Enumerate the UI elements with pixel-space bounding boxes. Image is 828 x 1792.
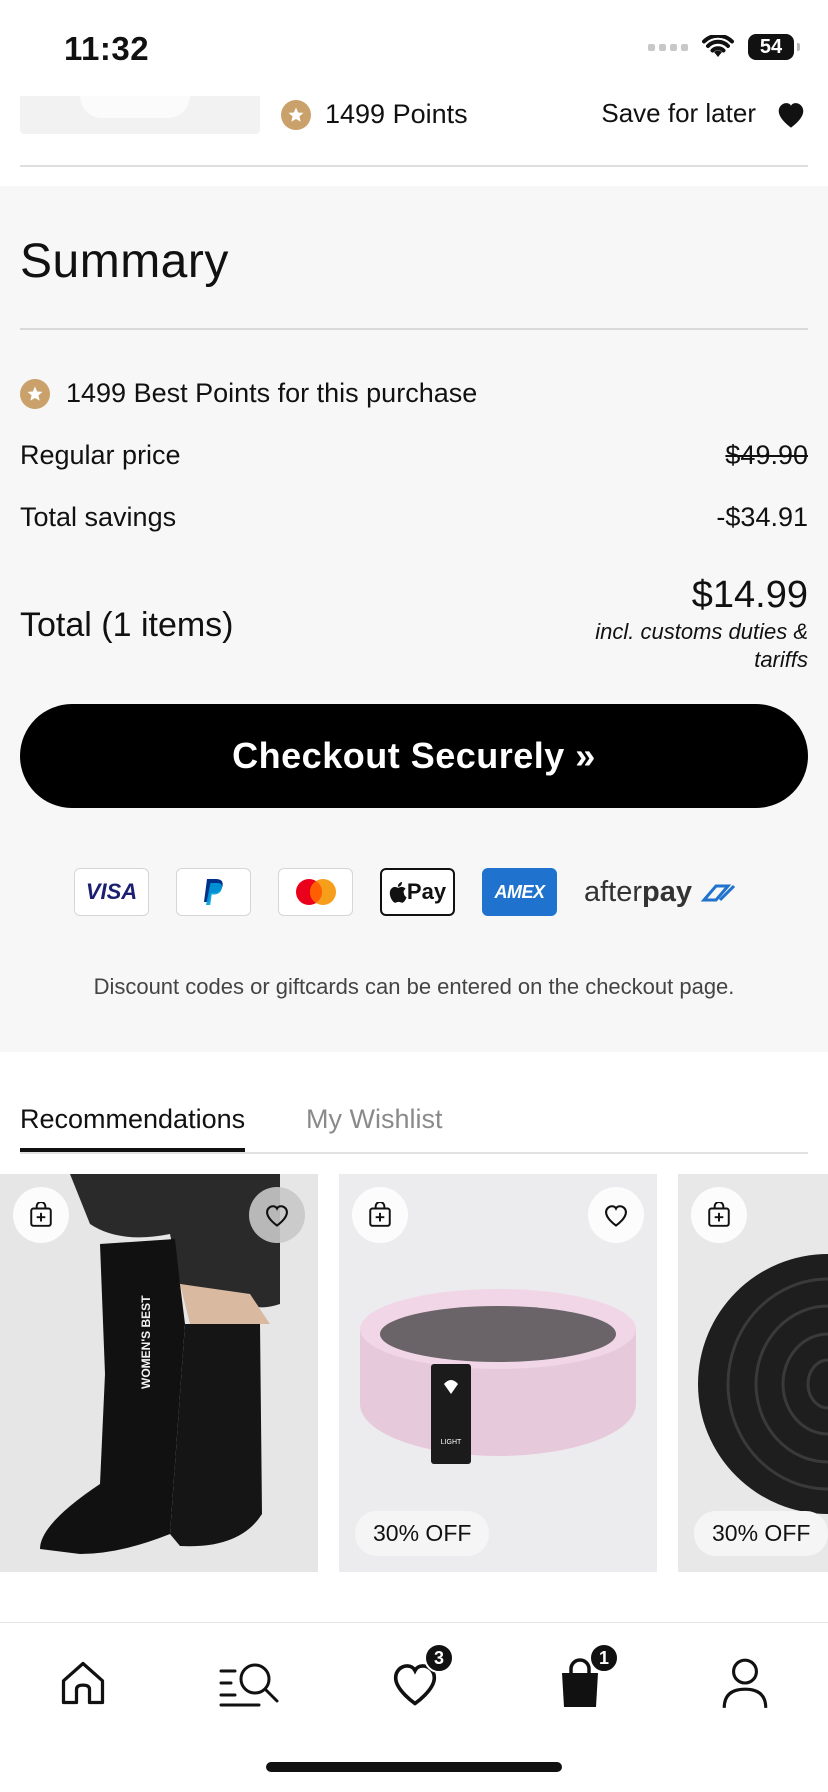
mastercard-icon — [278, 868, 353, 916]
wishlist-count-badge: 3 — [424, 1643, 454, 1673]
points-text: 1499 Best Points for this purchase — [66, 378, 478, 408]
cellular-signal-icon — [648, 43, 688, 51]
amex-logo: AMEX — [482, 868, 557, 916]
home-indicator — [266, 1762, 562, 1772]
band-label: LIGHT — [441, 1439, 462, 1446]
sock-text: WOMEN'S BEST — [139, 1295, 153, 1389]
visa-label: VISA — [85, 879, 138, 904]
payment-methods: VISA Pay AMEX afterpay — [74, 868, 740, 916]
discount-badge: 30% OFF — [694, 1511, 828, 1556]
product-card[interactable]: 30% OFF — [678, 1174, 828, 1572]
cart-count-badge: 1 — [589, 1643, 619, 1673]
product-card[interactable]: LIGHT 30% OFF — [339, 1174, 657, 1572]
product-card[interactable]: WOMEN'S BEST — [0, 1174, 318, 1572]
bag-plus-icon — [30, 1202, 52, 1227]
regular-price-label: Regular price — [20, 440, 181, 470]
status-icons: 54 — [648, 34, 800, 60]
recommendation-tabs: Recommendations My Wishlist — [20, 1100, 808, 1154]
paypal-icon — [176, 868, 251, 916]
bag-plus-icon — [708, 1202, 730, 1227]
wishlist-button[interactable] — [588, 1187, 644, 1243]
status-bar: 11:32 54 — [0, 0, 828, 96]
add-to-cart-button[interactable] — [352, 1187, 408, 1243]
star-icon — [281, 99, 311, 130]
afterpay-logo: afterpay — [584, 876, 740, 909]
apple-pay-label: Pay — [406, 879, 447, 904]
checkout-button[interactable]: Checkout Securely » — [20, 704, 808, 808]
bottom-nav: 3 1 — [0, 1622, 828, 1792]
nav-account[interactable] — [710, 1651, 780, 1715]
afterpay-light: after — [584, 875, 643, 908]
total-savings-value: -$34.91 — [716, 502, 808, 532]
apple-icon — [389, 882, 407, 903]
wishlist-button[interactable] — [249, 1187, 305, 1243]
cart-item-thumbnail[interactable] — [20, 96, 260, 134]
total-label: Total (1 items) — [20, 606, 234, 644]
tax-note: incl. customs duties & tariffs — [595, 619, 808, 672]
wifi-icon — [702, 35, 734, 57]
bag-plus-icon — [369, 1202, 391, 1227]
cart-item-points-label: 1499 Points — [325, 99, 468, 129]
tab-recommendations[interactable]: Recommendations — [20, 1104, 246, 1152]
cart-item-row: 1499 Points Save for later — [0, 96, 828, 166]
nav-search[interactable] — [212, 1651, 292, 1715]
nav-cart[interactable]: 1 — [545, 1643, 619, 1715]
star-icon — [20, 378, 50, 409]
heart-outline-icon — [605, 1205, 627, 1227]
discount-note: Discount codes or giftcards can be enter… — [93, 974, 735, 999]
visa-logo: VISA — [74, 868, 149, 916]
add-to-cart-button[interactable] — [13, 1187, 69, 1243]
afterpay-bold: pay — [642, 875, 693, 908]
tab-my-wishlist[interactable]: My Wishlist — [306, 1104, 443, 1135]
total-savings-label: Total savings — [20, 502, 177, 532]
apple-pay-logo: Pay — [380, 868, 455, 916]
save-for-later-button[interactable]: Save for later — [601, 98, 808, 129]
summary-title: Summary — [20, 235, 229, 288]
discount-badge: 30% OFF — [355, 1511, 490, 1556]
cart-item-points: 1499 Points — [281, 99, 468, 130]
divider — [20, 165, 808, 167]
save-for-later-label: Save for later — [601, 98, 756, 128]
nav-wishlist[interactable]: 3 — [380, 1643, 454, 1715]
regular-price-value: $49.90 — [725, 440, 808, 470]
home-icon — [61, 1661, 105, 1705]
status-time: 11:32 — [64, 30, 150, 67]
account-icon — [722, 1658, 768, 1709]
heart-outline-icon — [266, 1205, 288, 1227]
points-info: 1499 Best Points for this purchase — [20, 378, 477, 409]
product-carousel[interactable]: WOMEN'S BEST LIGHT 30% OFF 30% OFF — [0, 1174, 828, 1572]
search-icon — [219, 1663, 279, 1707]
afterpay-arrows-icon — [700, 884, 736, 902]
battery-icon: 54 — [748, 34, 800, 60]
summary-section: Summary 1499 Best Points for this purcha… — [0, 186, 828, 1052]
total-amount: $14.99 — [691, 574, 808, 616]
amex-label: AMEX — [494, 881, 545, 902]
heart-filled-icon — [778, 102, 804, 128]
nav-home[interactable] — [48, 1651, 118, 1715]
divider — [20, 328, 808, 330]
add-to-cart-button[interactable] — [691, 1187, 747, 1243]
